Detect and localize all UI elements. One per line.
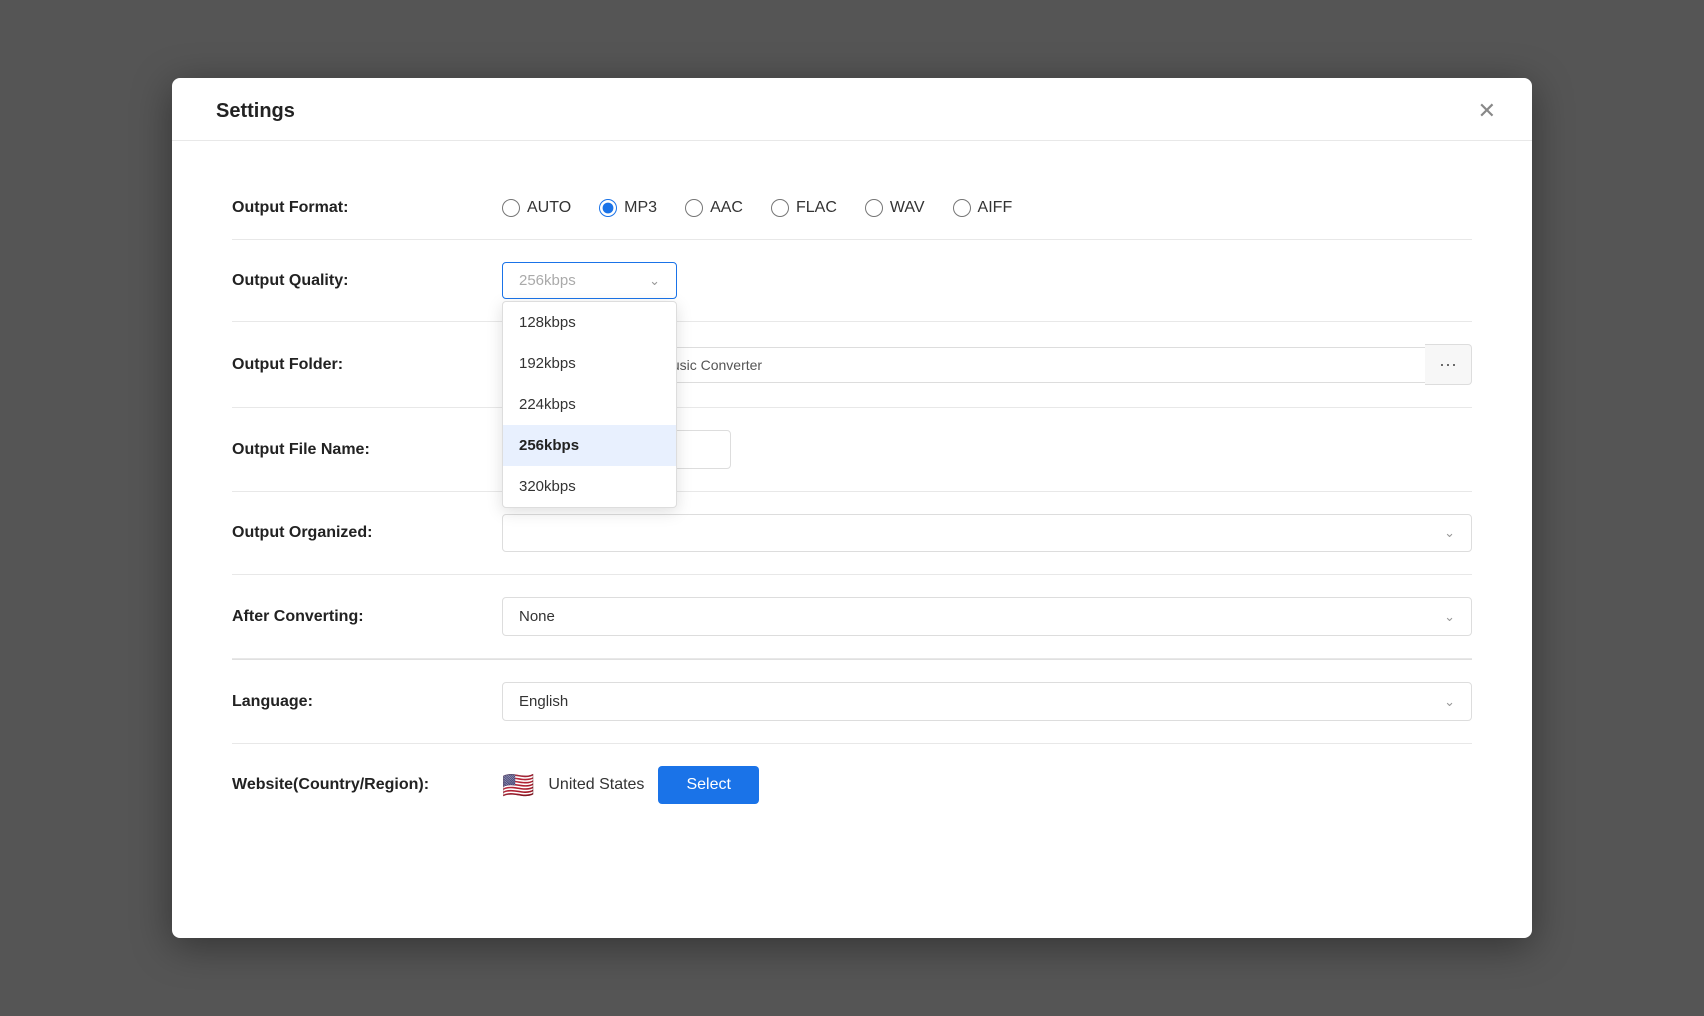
after-converting-wrapper: None ⌄ — [502, 597, 1472, 636]
output-format-options: AUTO MP3 AAC FLAC WAV — [502, 199, 1472, 217]
output-organized-dropdown[interactable]: ⌄ — [502, 514, 1472, 552]
format-flac-radio[interactable] — [771, 199, 789, 217]
chevron-down-icon-converting: ⌄ — [1444, 609, 1455, 625]
output-organized-wrapper: ⌄ — [502, 514, 1472, 552]
quality-option-128[interactable]: 128kbps — [503, 302, 676, 343]
language-row: Language: English ⌄ — [232, 660, 1472, 744]
output-quality-label: Output Quality: — [232, 272, 502, 290]
format-auto-label: AUTO — [527, 199, 571, 217]
quality-dropdown-menu: 128kbps 192kbps 224kbps 256kbps 320kbps — [502, 301, 677, 508]
format-aiff-label: AIFF — [978, 199, 1013, 217]
website-label: Website(Country/Region): — [232, 776, 502, 794]
format-mp3-radio[interactable] — [599, 199, 617, 217]
format-aac-radio[interactable] — [685, 199, 703, 217]
settings-content: Output Format: AUTO MP3 AAC FLAC — [172, 141, 1532, 866]
format-flac-label: FLAC — [796, 199, 837, 217]
output-format-row: Output Format: AUTO MP3 AAC FLAC — [232, 177, 1472, 240]
output-folder-row: Output Folder: ··· — [232, 322, 1472, 408]
quality-option-192[interactable]: 192kbps — [503, 343, 676, 384]
output-filename-label: Output File Name: — [232, 441, 502, 459]
language-wrapper: English ⌄ — [502, 682, 1472, 721]
format-mp3[interactable]: MP3 — [599, 199, 657, 217]
folder-browse-button[interactable]: ··· — [1425, 344, 1472, 385]
after-converting-row: After Converting: None ⌄ — [232, 575, 1472, 659]
chevron-down-icon-language: ⌄ — [1444, 694, 1455, 710]
output-organized-row: Output Organized: ⌄ — [232, 492, 1472, 575]
settings-window: Settings ✕ Output Format: AUTO MP3 AAC — [172, 78, 1532, 938]
window-title: Settings — [216, 100, 295, 123]
quality-option-320[interactable]: 320kbps — [503, 466, 676, 507]
select-country-button[interactable]: Select — [658, 766, 758, 804]
quality-option-256[interactable]: 256kbps — [503, 425, 676, 466]
quality-dropdown-wrapper: 256kbps ⌄ 128kbps 192kbps 224kbps 256kbp… — [502, 262, 677, 299]
format-flac[interactable]: FLAC — [771, 199, 837, 217]
output-filename-row: Output File Name: — [232, 408, 1472, 492]
output-folder-label: Output Folder: — [232, 356, 502, 374]
country-name: United States — [548, 776, 644, 794]
format-aac-label: AAC — [710, 199, 743, 217]
title-bar: Settings ✕ — [172, 78, 1532, 141]
format-aiff-radio[interactable] — [953, 199, 971, 217]
output-format-label: Output Format: — [232, 199, 502, 217]
after-converting-value: None — [519, 608, 555, 625]
after-converting-label: After Converting: — [232, 608, 502, 626]
quality-dropdown-button[interactable]: 256kbps ⌄ — [502, 262, 677, 299]
country-flag: 🇺🇸 — [502, 772, 534, 798]
chevron-down-icon-organized: ⌄ — [1444, 525, 1455, 541]
country-content: 🇺🇸 United States Select — [502, 766, 759, 804]
format-wav[interactable]: WAV — [865, 199, 925, 217]
format-wav-label: WAV — [890, 199, 925, 217]
language-label: Language: — [232, 693, 502, 711]
output-quality-control: 256kbps ⌄ 128kbps 192kbps 224kbps 256kbp… — [502, 262, 1472, 299]
format-auto-radio[interactable] — [502, 199, 520, 217]
format-aiff[interactable]: AIFF — [953, 199, 1013, 217]
after-converting-dropdown[interactable]: None ⌄ — [502, 597, 1472, 636]
language-value: English — [519, 693, 568, 710]
quality-option-224[interactable]: 224kbps — [503, 384, 676, 425]
format-aac[interactable]: AAC — [685, 199, 743, 217]
quality-selected-value: 256kbps — [519, 272, 576, 289]
output-quality-row: Output Quality: 256kbps ⌄ 128kbps 192kbp… — [232, 240, 1472, 322]
language-dropdown[interactable]: English ⌄ — [502, 682, 1472, 721]
format-auto[interactable]: AUTO — [502, 199, 571, 217]
format-wav-radio[interactable] — [865, 199, 883, 217]
output-organized-label: Output Organized: — [232, 524, 502, 542]
format-mp3-label: MP3 — [624, 199, 657, 217]
close-button[interactable]: ✕ — [1470, 96, 1504, 126]
website-row: Website(Country/Region): 🇺🇸 United State… — [232, 744, 1472, 826]
chevron-down-icon: ⌄ — [649, 273, 660, 289]
